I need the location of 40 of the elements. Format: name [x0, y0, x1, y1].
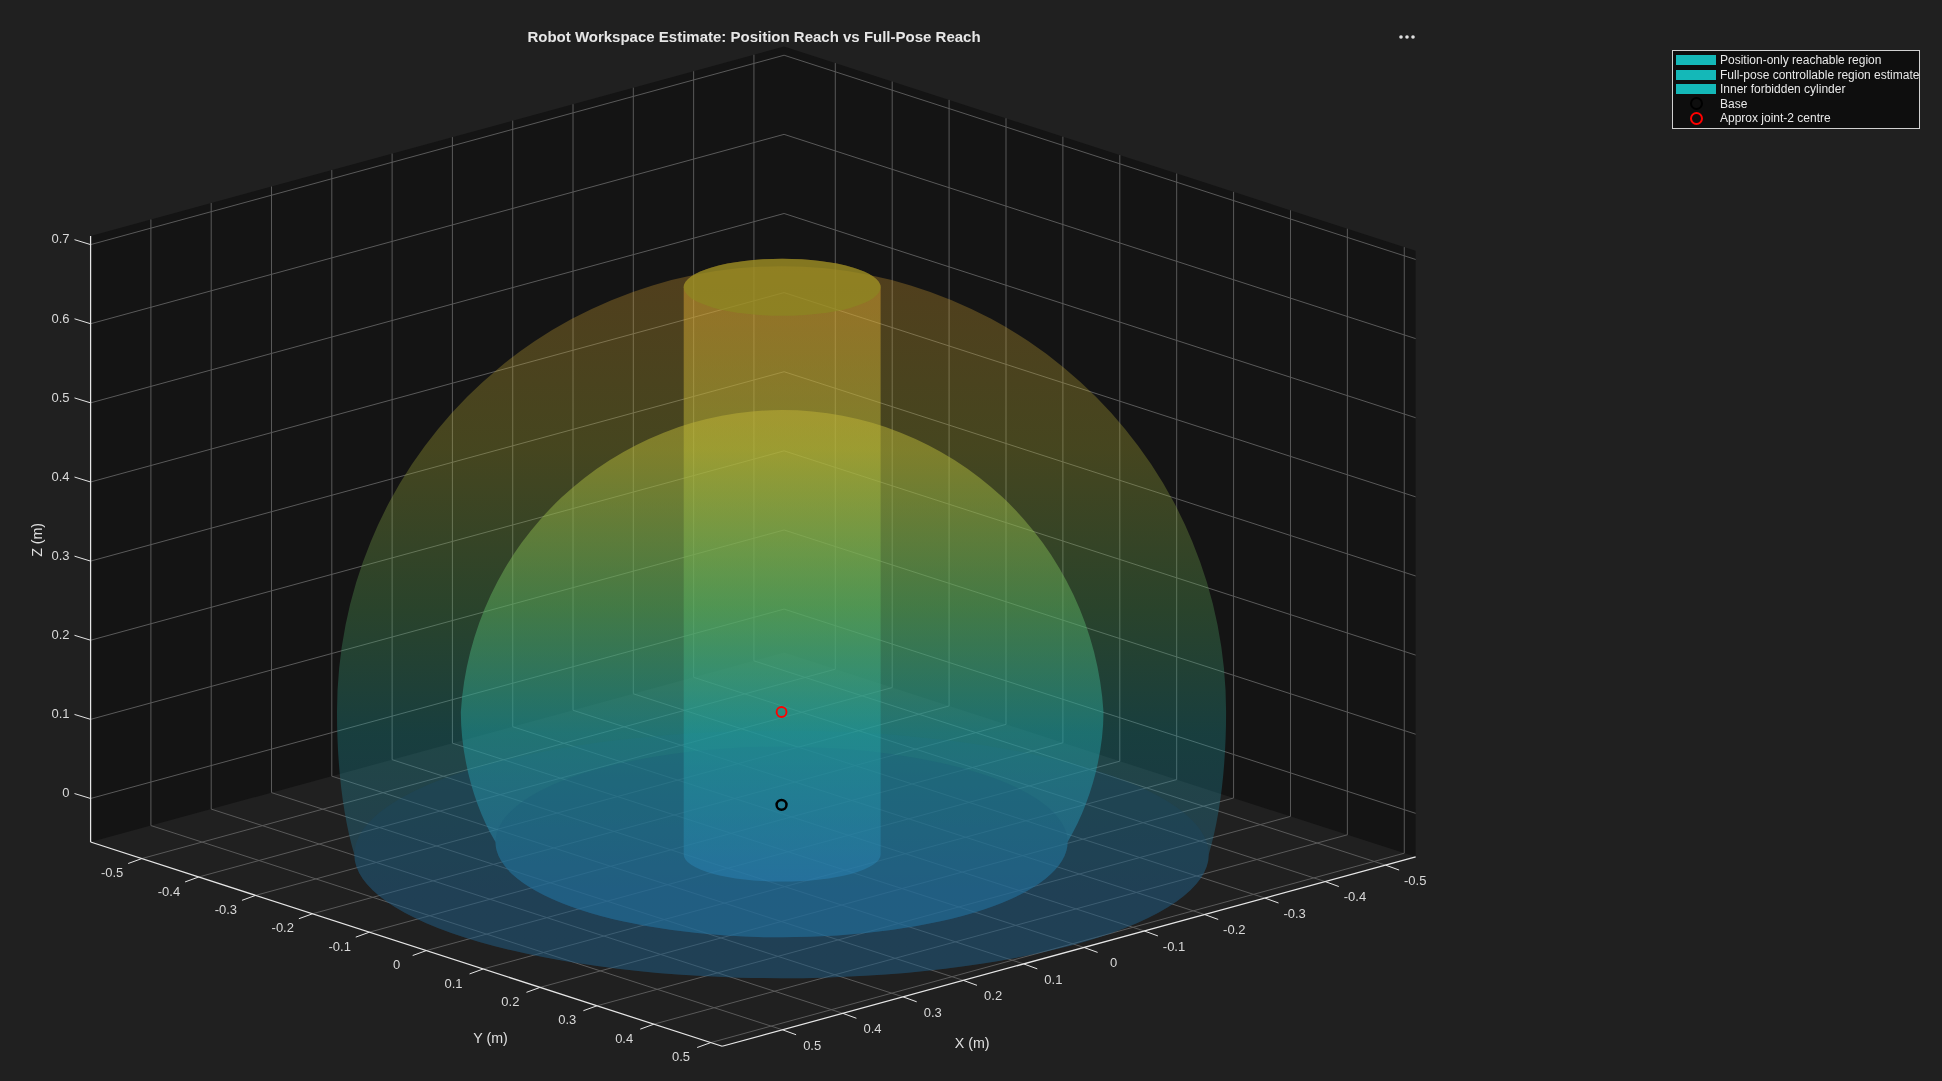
legend-label: Base: [1720, 96, 1748, 111]
tick-label: 0.7: [51, 231, 70, 247]
tick-label: 0.2: [501, 993, 520, 1009]
tick-label: -0.3: [214, 901, 238, 917]
tick-label: 0.5: [672, 1049, 691, 1065]
tick-label: -0.2: [271, 920, 294, 936]
tick-label: 0.1: [51, 706, 70, 722]
tick-label: -0.5: [100, 865, 124, 881]
tick-label: 0.6: [51, 310, 70, 326]
tick-label: 0.1: [1044, 971, 1063, 987]
tick-label: 0.1: [444, 975, 463, 991]
tick-label: -0.4: [157, 883, 181, 899]
more-icon[interactable]: [1398, 33, 1416, 41]
tick-label: 0: [1110, 955, 1118, 971]
tick-label: 0.4: [615, 1030, 634, 1046]
axis-label: X (m): [954, 1034, 990, 1051]
legend-label: Inner forbidden cylinder: [1720, 82, 1846, 97]
axis-label: Z (m): [29, 522, 46, 557]
tick-label: 0.5: [51, 389, 70, 405]
tick-label: 0: [392, 957, 401, 973]
tick-label: 0.3: [51, 547, 70, 563]
tick-label: 0.2: [984, 988, 1003, 1004]
tick-label: -0.3: [1283, 905, 1306, 921]
tick-label: -0.4: [1343, 889, 1367, 905]
tick-label: -0.1: [1162, 938, 1186, 954]
tick-label: 0.3: [923, 1004, 942, 1020]
axis-label: Y (m): [473, 1029, 508, 1046]
tick-label: -0.5: [1404, 872, 1427, 888]
tick-label: 0.2: [51, 627, 70, 642]
tick-label: -0.2: [1223, 922, 1246, 938]
tick-label: 0.4: [863, 1021, 882, 1037]
tick-label: -0.1: [328, 938, 351, 954]
legend-label: Approx joint-2 centre: [1720, 111, 1831, 126]
tick-label: 0.3: [558, 1012, 577, 1028]
legend-label: Full-pose controllable region estimate: [1720, 67, 1920, 82]
chart-title: Robot Workspace Estimate: Position Reach vs Full-Pose Reach: [527, 28, 981, 45]
tick-label: 0.5: [803, 1037, 822, 1053]
tick-label: 0.4: [51, 468, 70, 484]
tick-label: 0: [62, 785, 70, 801]
legend-label: Position-only reachable region: [1720, 53, 1882, 68]
